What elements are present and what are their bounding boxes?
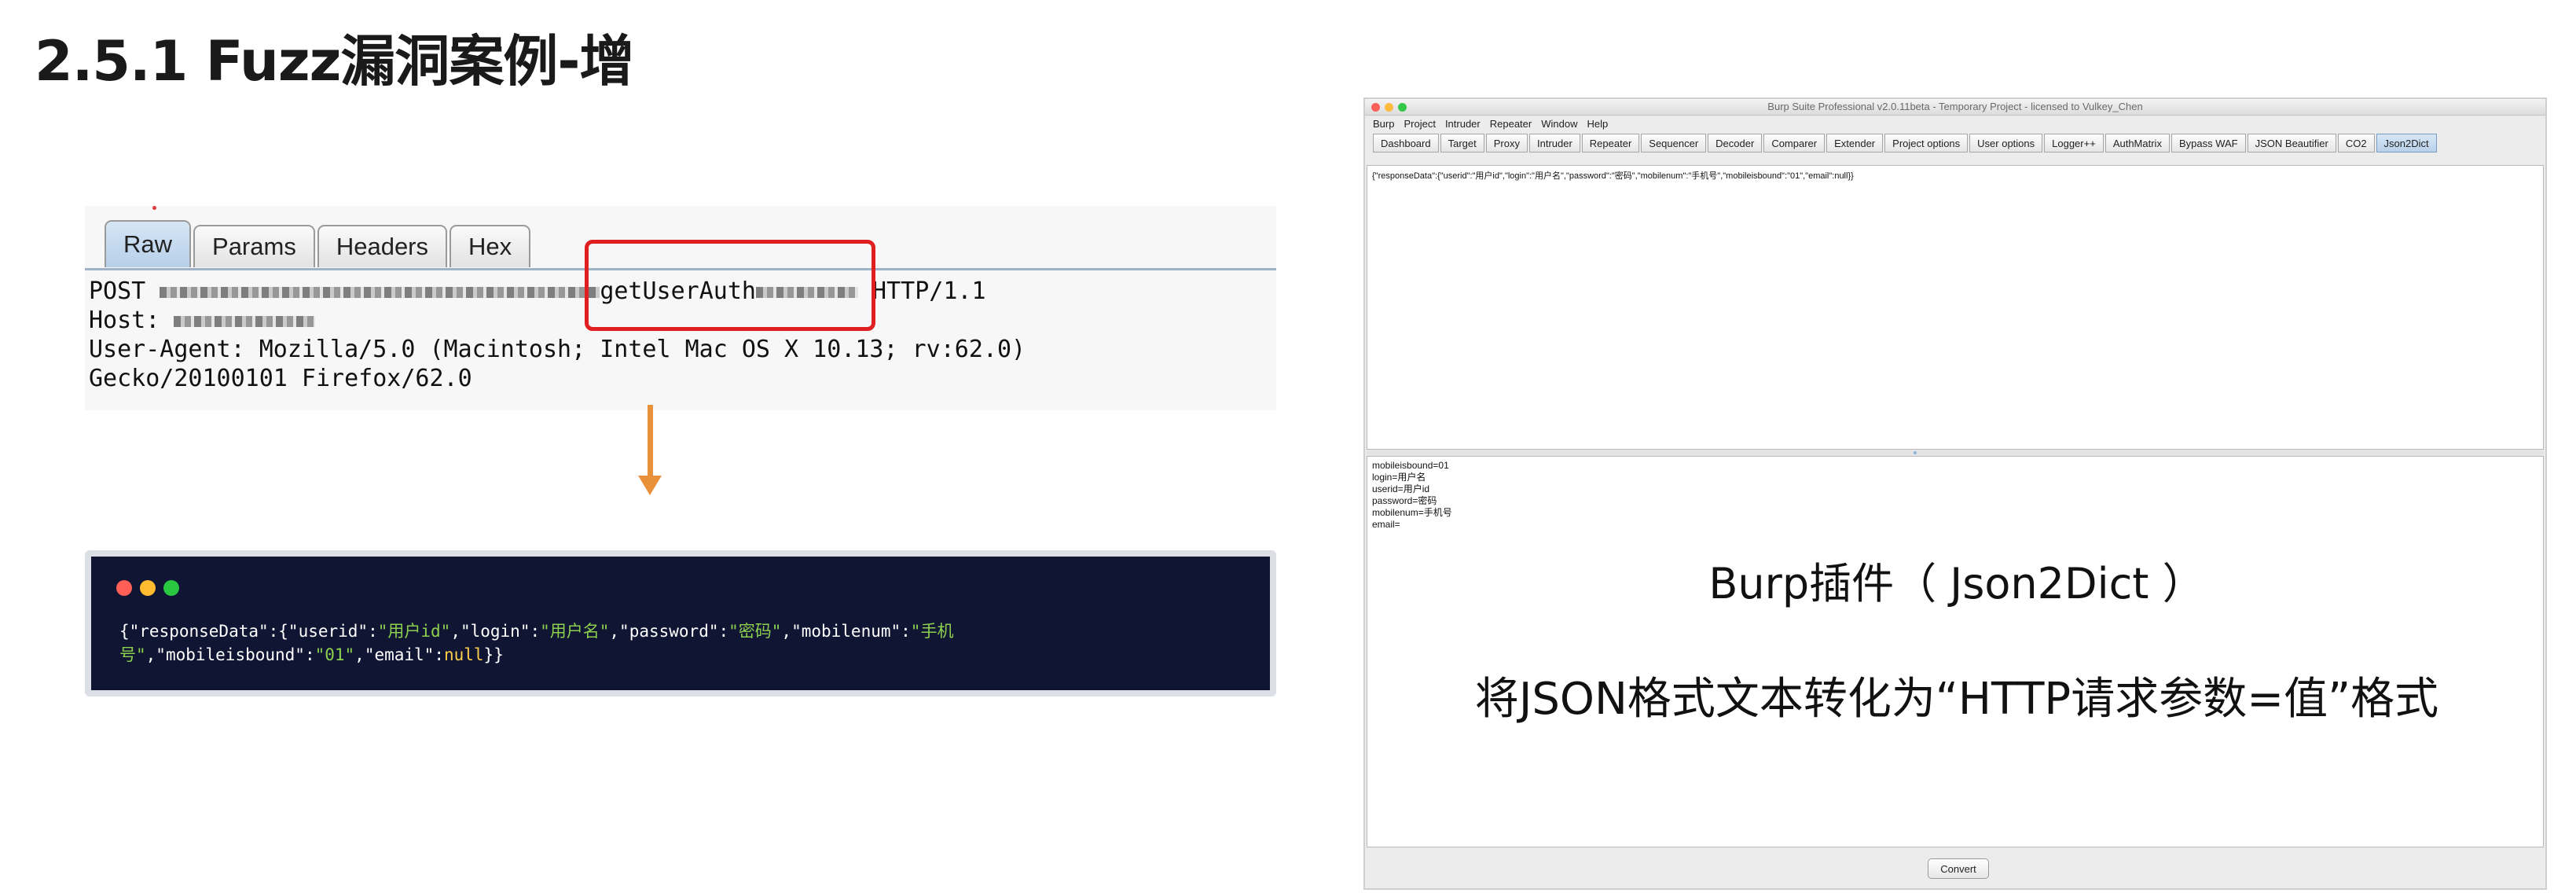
code-token: }} (483, 645, 504, 664)
convert-button[interactable]: Convert (1928, 858, 1989, 879)
request-method: POST (89, 277, 160, 305)
user-agent-continued: Gecko/20100101 Firefox/62.0 (89, 365, 472, 392)
arrow-head-icon (638, 476, 662, 495)
redacted-host-icon (174, 315, 316, 327)
arrow-down-icon (648, 405, 653, 480)
user-agent-header: User-Agent: Mozilla/5.0 (Macintosh; Inte… (89, 336, 1026, 363)
menu-burp[interactable]: Burp (1373, 118, 1394, 130)
burp-window: Burp Suite Professional v2.0.11beta - Te… (1363, 97, 2547, 890)
json-input-area[interactable]: {"responseData":{"userid":"用户id","login"… (1367, 165, 2544, 450)
tab-dashboard[interactable]: Dashboard (1373, 134, 1439, 153)
json-response-text: {"responseData":{"userid":"用户id","login"… (119, 619, 953, 667)
output-line: mobileisbound=01 (1372, 460, 1449, 471)
tab-extender[interactable]: Extender (1826, 134, 1884, 153)
menu-repeater[interactable]: Repeater (1490, 118, 1532, 130)
endpoint-highlight-box (585, 240, 875, 331)
window-titlebar: Burp Suite Professional v2.0.11beta - Te… (1365, 99, 2545, 116)
code-string: "01" (314, 645, 355, 664)
menu-window[interactable]: Window (1541, 118, 1577, 130)
menu-help[interactable]: Help (1587, 118, 1608, 130)
window-title: Burp Suite Professional v2.0.11beta - Te… (1767, 101, 2143, 112)
slide-title: 2.5.1 Fuzz漏洞案例-增 (35, 29, 634, 94)
tab-params[interactable]: Params (193, 225, 315, 267)
request-protocol: HTTP/1.1 (858, 277, 986, 305)
tab-logger[interactable]: Logger++ (2044, 134, 2104, 153)
tab-sequencer[interactable]: Sequencer (1641, 134, 1707, 153)
host-header: Host: (89, 307, 174, 334)
code-string: "手机 (910, 622, 954, 641)
output-line: password=密码 (1372, 495, 1437, 506)
tab-decoder[interactable]: Decoder (1708, 134, 1763, 153)
menu-bar: Burp Project Intruder Repeater Window He… (1373, 118, 1608, 130)
tab-target[interactable]: Target (1440, 134, 1484, 153)
menu-project[interactable]: Project (1404, 118, 1435, 130)
raw-request-text[interactable]: POST getUserAuth HTTP/1.1 Host: User-Age… (89, 277, 1026, 393)
menu-intruder[interactable]: Intruder (1445, 118, 1481, 130)
code-string: "用户id" (377, 622, 451, 641)
json-input-text: {"responseData":{"userid":"用户id","login"… (1372, 171, 1854, 181)
tab-project-options[interactable]: Project options (1884, 134, 1969, 153)
red-dot-icon (116, 580, 132, 596)
tab-raw[interactable]: Raw (105, 220, 192, 267)
tab-bypass-waf[interactable]: Bypass WAF (2171, 134, 2246, 153)
tab-intruder[interactable]: Intruder (1528, 134, 1580, 153)
tab-json2dict[interactable]: Json2Dict (2376, 134, 2437, 153)
code-string: "密码" (728, 622, 782, 641)
pane-splitter[interactable] (1367, 450, 2544, 456)
code-string: "用户名" (540, 622, 610, 641)
tab-user-options[interactable]: User options (1969, 134, 2043, 153)
output-line: login=用户名 (1372, 472, 1426, 483)
output-line: userid=用户id (1372, 483, 1430, 494)
output-line: mobilenum=手机号 (1372, 507, 1452, 518)
tab-comparer[interactable]: Comparer (1763, 134, 1826, 153)
tab-co2[interactable]: CO2 (2337, 134, 2375, 153)
green-dot-icon (163, 580, 179, 596)
splitter-handle-icon[interactable] (1914, 451, 1917, 454)
code-token: ,"mobileisbound": (145, 645, 315, 664)
json-response-card: {"responseData":{"userid":"用户id","login"… (85, 550, 1276, 696)
tab-json-beautifier[interactable]: JSON Beautifier (2247, 134, 2336, 153)
params-output-area[interactable]: mobileisbound=01 login=用户名 userid=用户id p… (1367, 456, 2544, 847)
yellow-dot-icon (140, 580, 156, 596)
burp-tab-bar: Dashboard Target Proxy Intruder Repeater… (1373, 134, 2438, 153)
plugin-description: 将JSON格式文本转化为“HTTP请求参数=值”格式 (1474, 674, 2439, 725)
code-string: 号" (119, 645, 146, 664)
tab-repeater[interactable]: Repeater (1581, 134, 1640, 153)
red-dot-mark (152, 206, 156, 210)
tab-authmatrix[interactable]: AuthMatrix (2104, 134, 2170, 153)
code-token: {"responseData":{"userid": (119, 622, 378, 641)
redacted-url-icon (160, 286, 600, 298)
code-null: null (443, 645, 484, 664)
params-output-text: mobileisbound=01 login=用户名 userid=用户id p… (1372, 460, 1452, 531)
code-token: ,"password": (609, 622, 729, 641)
code-token: ,"email": (354, 645, 444, 664)
output-line: email= (1372, 519, 1400, 530)
tab-headers[interactable]: Headers (317, 225, 448, 267)
tab-hex[interactable]: Hex (450, 225, 531, 267)
request-tabs: Raw Params Headers Hex (105, 220, 533, 267)
plugin-caption: Burp插件（ Json2Dict ） (1708, 559, 2205, 608)
tab-proxy[interactable]: Proxy (1485, 134, 1528, 153)
code-token: ,"mobilenum": (781, 622, 911, 641)
code-token: ,"login": (450, 622, 541, 641)
